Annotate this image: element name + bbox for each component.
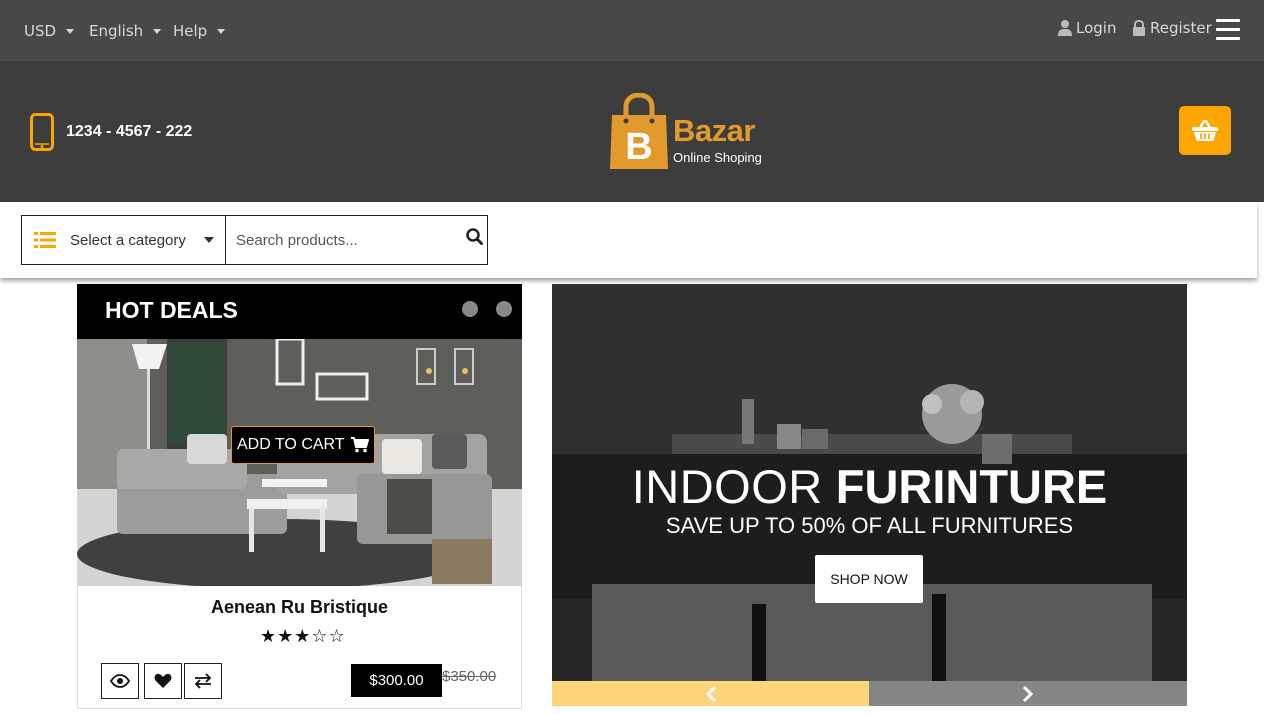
mobile-phone-icon: [30, 113, 54, 151]
heart-icon: [154, 673, 172, 688]
chevron-down-icon: [153, 28, 162, 34]
help-label: Help: [173, 22, 208, 40]
hot-deals-panel: HOT DEALS ADD TO CART Aenean Ru Bristiqu…: [77, 284, 522, 709]
chevron-down-icon: [204, 237, 214, 243]
search-bar: Select a category: [0, 202, 1257, 278]
currency-dropdown[interactable]: USD: [24, 22, 75, 40]
eye-icon: [110, 674, 130, 688]
wishlist-button[interactable]: [144, 663, 182, 699]
banner-title-bold: FURINTURE: [835, 460, 1108, 513]
user-icon: [1058, 20, 1072, 36]
product-old-price: $350.00: [442, 668, 497, 685]
quick-view-button[interactable]: [101, 663, 139, 699]
site-logo[interactable]: B Bazar Online Shoping: [608, 93, 778, 173]
search-icon[interactable]: [466, 228, 483, 245]
product-image[interactable]: ADD TO CART: [77, 339, 522, 586]
chevron-down-icon: [217, 28, 226, 34]
help-dropdown[interactable]: Help: [173, 22, 226, 40]
chevron-right-icon: [1022, 685, 1034, 702]
banner-subtitle: SAVE UP TO 50% OF ALL FURNITURES: [665, 513, 1074, 538]
logo-subtitle: Online Shoping: [673, 150, 762, 165]
language-label: English: [89, 22, 144, 40]
hot-deals-title: HOT DEALS: [105, 297, 238, 323]
hero-banner: INDOOR FURINTURE SAVE UP TO 50% OF ALL F…: [552, 284, 1187, 681]
cart-icon: [350, 437, 369, 453]
banner-next-button[interactable]: [869, 681, 1187, 706]
language-dropdown[interactable]: English: [89, 22, 162, 40]
banner-prev-button[interactable]: [552, 681, 869, 706]
menu-icon[interactable]: [1216, 19, 1240, 43]
login-link[interactable]: Login: [1058, 19, 1116, 37]
category-select[interactable]: Select a category: [21, 215, 226, 265]
carousel-dot-1[interactable]: [462, 301, 478, 317]
add-to-cart-button[interactable]: ADD TO CART: [231, 426, 375, 464]
logo-letter: B: [625, 126, 652, 168]
shopping-basket-icon: [1192, 119, 1218, 141]
top-bar: USD English Help Login Register: [0, 0, 1264, 61]
product-name[interactable]: Aenean Ru Bristique: [78, 597, 521, 618]
product-price: $300.00: [351, 664, 442, 697]
carousel-dot-2[interactable]: [496, 301, 512, 317]
product-rating-stars: ★★★☆☆: [260, 626, 346, 647]
lock-icon: [1133, 20, 1145, 36]
shop-now-button[interactable]: SHOP NOW: [815, 555, 923, 603]
site-header: 1234 - 4567 - 222 B Bazar Online Shoping: [0, 61, 1264, 202]
compare-button[interactable]: [184, 663, 222, 699]
search-input[interactable]: [236, 229, 456, 251]
add-to-cart-label: ADD TO CART: [237, 436, 345, 453]
search-field: [225, 215, 488, 265]
chevron-left-icon: [705, 685, 716, 702]
hot-deals-header: HOT DEALS: [77, 284, 522, 339]
shopping-bag-logo-icon: B: [610, 93, 668, 169]
logo-title: Bazar: [673, 113, 755, 148]
register-link[interactable]: Register: [1132, 19, 1212, 37]
phone-number: 1234 - 4567 - 222: [66, 123, 193, 140]
chevron-down-icon: [66, 28, 75, 34]
banner-title: INDOOR FURINTURE: [552, 459, 1187, 514]
login-label: Login: [1076, 19, 1117, 37]
cart-button[interactable]: [1179, 106, 1231, 155]
banner-title-light: INDOOR: [631, 460, 823, 513]
register-label: Register: [1150, 19, 1212, 37]
phone-contact: 1234 - 4567 - 222: [30, 113, 192, 151]
currency-label: USD: [24, 22, 57, 40]
exchange-icon: [194, 673, 212, 689]
category-select-label: Select a category: [70, 231, 186, 249]
list-icon: [34, 232, 56, 248]
